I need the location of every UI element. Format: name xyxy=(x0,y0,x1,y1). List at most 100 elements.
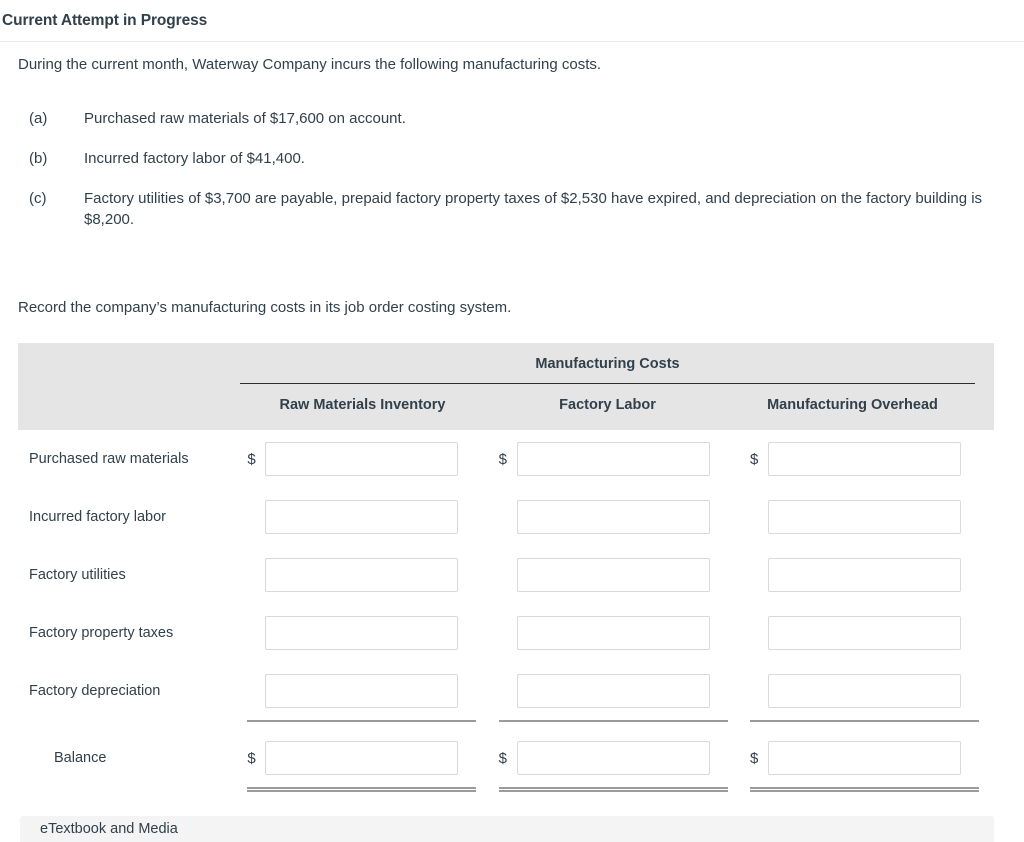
row-label-factory-property-taxes: Factory property taxes xyxy=(29,625,174,641)
currency-symbol: $ xyxy=(498,749,507,767)
table-body: Purchased raw materials $ $ $ Incurred f… xyxy=(18,430,994,796)
table-row: Purchased raw materials $ $ $ xyxy=(18,430,994,488)
row-cells xyxy=(240,558,994,592)
list-item: (b) Incurred factory labor of $41,400. xyxy=(18,148,998,169)
subtotal-rule-row xyxy=(18,720,994,729)
table-cell: $ xyxy=(743,442,994,476)
table-header: Manufacturing Costs Raw Materials Invent… xyxy=(18,343,994,430)
input-incurred-factory-labor-manufacturing-overhead[interactable] xyxy=(767,500,961,534)
list-item-text: Purchased raw materials of $17,600 on ac… xyxy=(84,110,406,127)
currency-symbol: $ xyxy=(498,450,507,468)
list-item: (a) Purchased raw materials of $17,600 o… xyxy=(18,108,998,129)
row-label-purchased-raw-materials: Purchased raw materials xyxy=(29,451,189,467)
table-row: Factory property taxes xyxy=(18,604,994,662)
input-factory-depreciation-factory-labor[interactable] xyxy=(516,674,710,708)
manufacturing-costs-table: Manufacturing Costs Raw Materials Invent… xyxy=(18,343,994,796)
input-factory-depreciation-manufacturing-overhead[interactable] xyxy=(767,674,961,708)
list-item-marker: (b) xyxy=(29,150,48,167)
list-item-text: Incurred factory labor of $41,400. xyxy=(84,150,305,167)
table-cell xyxy=(240,500,491,534)
input-factory-property-taxes-factory-labor[interactable] xyxy=(516,616,710,650)
currency-symbol: $ xyxy=(749,450,759,468)
total-rule xyxy=(498,787,728,792)
input-incurred-factory-labor-factory-labor[interactable] xyxy=(516,500,710,534)
currency-symbol: $ xyxy=(247,450,256,468)
table-cell xyxy=(240,616,491,650)
input-purchased-raw-materials-raw-materials-inventory[interactable] xyxy=(265,442,459,476)
table-cell: $ xyxy=(743,741,994,775)
table-group-rule xyxy=(240,383,975,384)
rule-cell xyxy=(240,787,491,796)
table-cell: $ xyxy=(491,442,742,476)
table-cell xyxy=(743,616,994,650)
row-label-factory-utilities: Factory utilities xyxy=(29,567,126,583)
table-cell xyxy=(743,674,994,708)
currency-symbol: $ xyxy=(247,749,256,767)
row-cells xyxy=(240,674,994,708)
list-item-marker: (c) xyxy=(29,190,47,207)
list-item-marker: (a) xyxy=(29,110,48,127)
row-cells xyxy=(240,616,994,650)
table-cell xyxy=(743,558,994,592)
rule-cell xyxy=(491,720,742,729)
page-title: Current Attempt in Progress xyxy=(2,11,208,29)
rule-cell xyxy=(491,787,742,796)
row-cells: $ $ $ xyxy=(240,741,994,775)
etextbook-and-media-label: eTextbook and Media xyxy=(40,821,178,837)
input-factory-property-taxes-raw-materials-inventory[interactable] xyxy=(265,616,459,650)
subtotal-rule xyxy=(749,720,979,722)
table-cell xyxy=(491,500,742,534)
record-instruction: Record the company’s manufacturing costs… xyxy=(18,299,512,316)
table-cell xyxy=(743,500,994,534)
table-cell xyxy=(240,674,491,708)
table-cell: $ xyxy=(240,442,491,476)
table-cell: $ xyxy=(240,741,491,775)
table-group-title: Manufacturing Costs xyxy=(535,356,680,372)
total-rule xyxy=(749,787,979,792)
list-item-text: Factory utilities of $3,700 are payable,… xyxy=(84,190,983,228)
rule-cell xyxy=(743,787,994,796)
column-header-manufacturing-overhead: Manufacturing Overhead xyxy=(767,397,938,413)
etextbook-and-media-section[interactable]: eTextbook and Media xyxy=(20,816,994,842)
rule-spacer xyxy=(18,787,240,796)
input-factory-utilities-factory-labor[interactable] xyxy=(516,558,710,592)
input-balance-raw-materials-inventory[interactable] xyxy=(265,741,459,775)
rule-cell xyxy=(743,720,994,729)
input-purchased-raw-materials-manufacturing-overhead[interactable] xyxy=(767,442,961,476)
question-page: Current Attempt in Progress During the c… xyxy=(0,0,1024,842)
input-purchased-raw-materials-factory-labor[interactable] xyxy=(516,442,710,476)
subtotal-rule xyxy=(247,720,477,722)
row-cells: $ $ $ xyxy=(240,442,994,476)
currency-symbol: $ xyxy=(749,749,759,767)
table-cell xyxy=(240,558,491,592)
rule-cells xyxy=(240,787,994,796)
row-label-incurred-factory-labor: Incurred factory labor xyxy=(29,509,167,525)
row-label-balance: Balance xyxy=(54,750,107,766)
table-cell xyxy=(491,616,742,650)
input-factory-depreciation-raw-materials-inventory[interactable] xyxy=(265,674,459,708)
input-factory-utilities-raw-materials-inventory[interactable] xyxy=(265,558,459,592)
input-balance-manufacturing-overhead[interactable] xyxy=(767,741,961,775)
total-rule xyxy=(247,787,477,792)
intro-paragraph: During the current month, Waterway Compa… xyxy=(18,56,602,73)
table-row: Factory depreciation xyxy=(18,662,994,720)
column-header-factory-labor: Factory Labor xyxy=(559,397,656,413)
input-balance-factory-labor[interactable] xyxy=(516,741,710,775)
rule-spacer xyxy=(18,720,240,729)
total-rule-row xyxy=(18,787,994,796)
row-cells xyxy=(240,500,994,534)
column-header-raw-materials-inventory: Raw Materials Inventory xyxy=(279,397,446,413)
attempt-header: Current Attempt in Progress xyxy=(0,0,1024,42)
cost-items-list: (a) Purchased raw materials of $17,600 o… xyxy=(18,108,998,249)
input-factory-utilities-manufacturing-overhead[interactable] xyxy=(767,558,961,592)
table-cell xyxy=(491,674,742,708)
input-incurred-factory-labor-raw-materials-inventory[interactable] xyxy=(265,500,459,534)
rule-cell xyxy=(240,720,491,729)
input-factory-property-taxes-manufacturing-overhead[interactable] xyxy=(767,616,961,650)
list-item: (c) Factory utilities of $3,700 are paya… xyxy=(18,188,998,230)
table-row-balance: Balance $ $ $ xyxy=(18,729,994,787)
table-row: Incurred factory labor xyxy=(18,488,994,546)
subtotal-rule xyxy=(498,720,728,722)
table-column-headers: Raw Materials Inventory Factory Labor Ma… xyxy=(240,395,975,415)
table-row: Factory utilities xyxy=(18,546,994,604)
